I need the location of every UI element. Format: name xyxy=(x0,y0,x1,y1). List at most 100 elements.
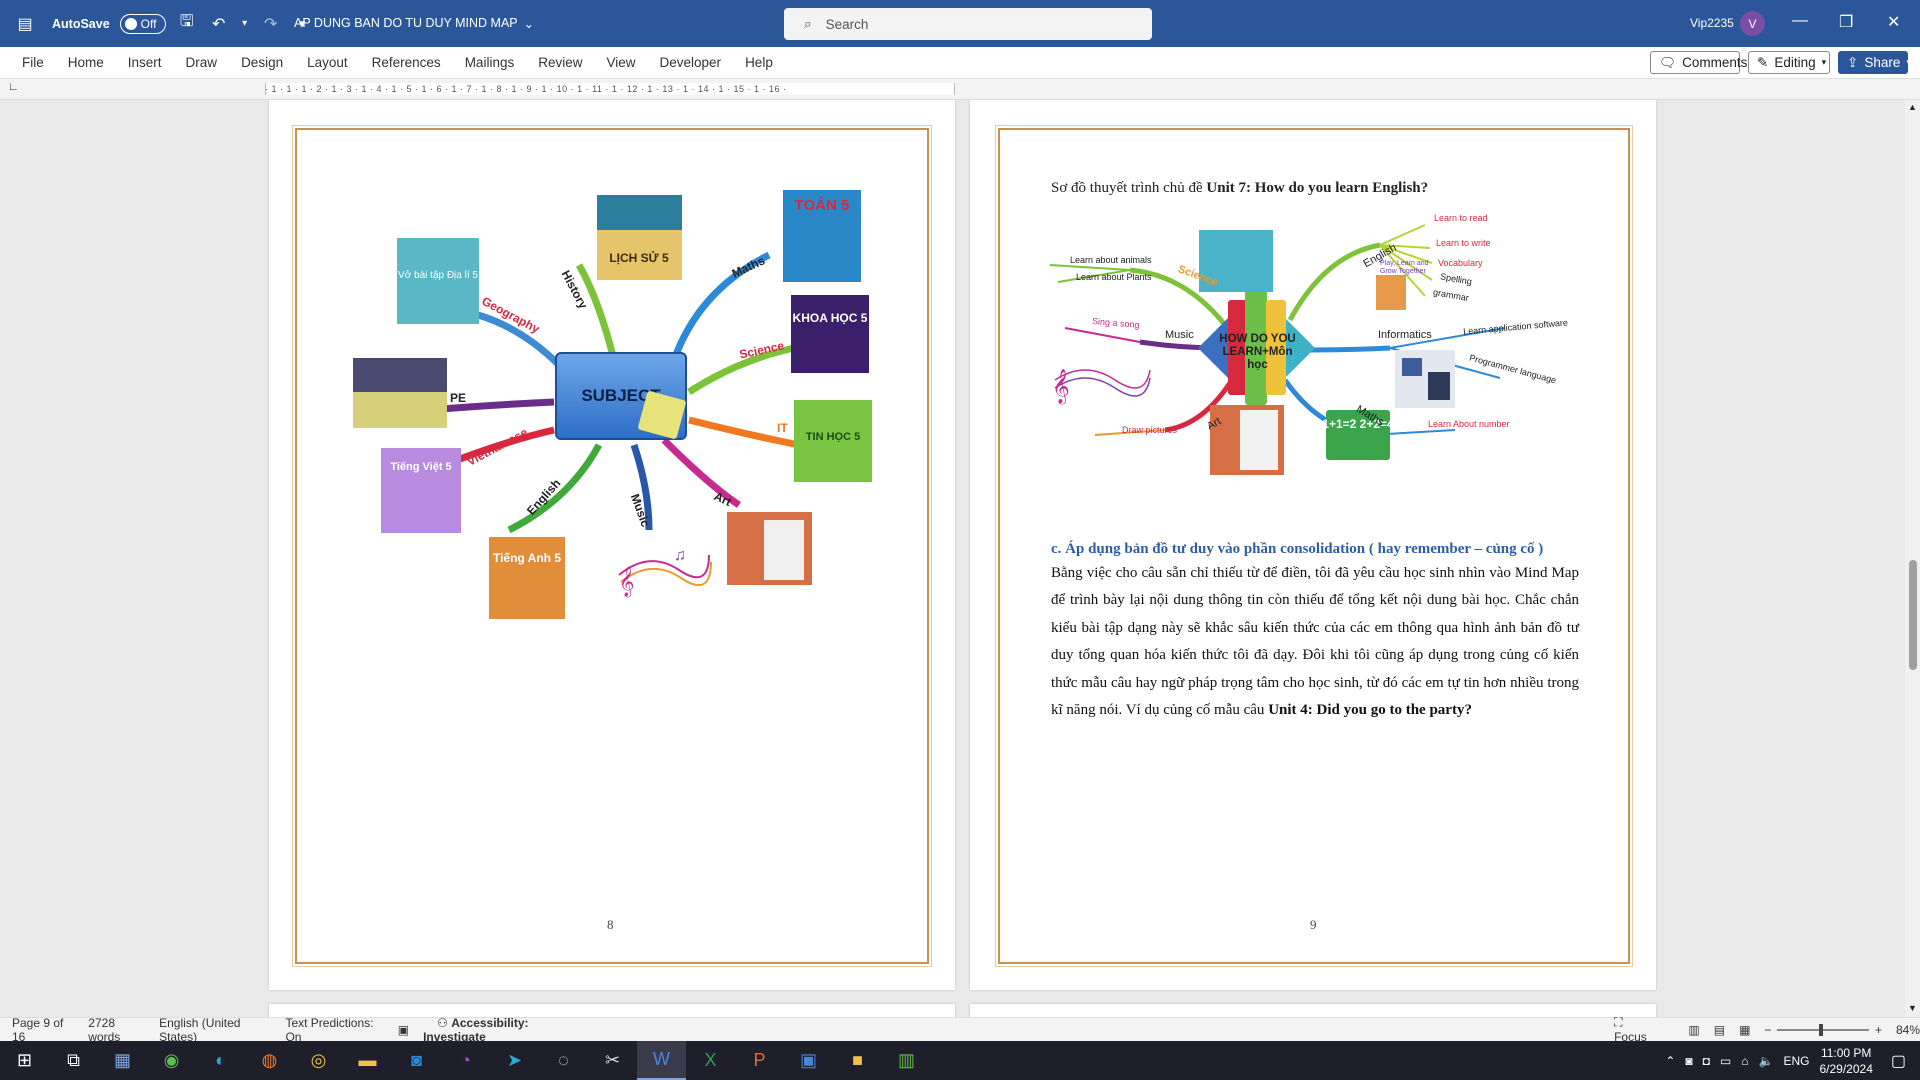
undo-dropdown-icon[interactable]: ▾ xyxy=(240,18,250,29)
snipping-tool-icon[interactable]: ✂ xyxy=(588,1041,637,1080)
scroll-down-icon[interactable]: ▼ xyxy=(1908,1003,1917,1013)
scroll-up-icon[interactable]: ▲ xyxy=(1908,102,1917,112)
horizontal-ruler[interactable]: ∟ · 1 · 1 · 1 · 2 · 1 · 3 · 1 · 4 · 1 · … xyxy=(0,79,1920,100)
zoom-level[interactable]: 84% xyxy=(1896,1023,1920,1037)
word-taskbar-icon[interactable]: W xyxy=(637,1041,686,1080)
green-notebook-icon[interactable]: ▥ xyxy=(882,1041,931,1080)
page-count[interactable]: Page 9 of 16 xyxy=(12,1016,74,1044)
input-language[interactable]: ENG xyxy=(1783,1054,1809,1068)
windows-start-icon[interactable]: ⊞ xyxy=(0,1041,49,1080)
proofing-icon[interactable]: ▣ xyxy=(398,1023,409,1037)
print-layout-icon[interactable]: ▤ xyxy=(1714,1023,1725,1037)
file-explorer-icon[interactable]: ▬ xyxy=(343,1041,392,1080)
telegram-icon[interactable]: ➤ xyxy=(490,1041,539,1080)
english-kids-image xyxy=(1376,275,1406,310)
redo-icon[interactable]: ↷ xyxy=(260,14,282,34)
save-icon[interactable]: 🖫 xyxy=(176,10,198,37)
tab-review[interactable]: Review xyxy=(526,55,594,70)
focus-button[interactable]: ⛶ Focus xyxy=(1600,1015,1666,1044)
avatar[interactable]: V xyxy=(1740,11,1765,36)
powerpoint-icon[interactable]: P xyxy=(735,1041,784,1080)
network-icon[interactable]: ⌂ xyxy=(1741,1054,1748,1068)
share-button[interactable]: ⇪ Share ▾ xyxy=(1838,51,1911,74)
firefox-icon[interactable]: ◍ xyxy=(245,1041,294,1080)
document-title[interactable]: AP DUNG BAN DO TU DUY MIND MAP ⌄ xyxy=(294,16,534,31)
notifications-icon[interactable]: ▢ xyxy=(1891,1051,1906,1071)
zalo-tray-icon[interactable]: ◙ xyxy=(1685,1054,1692,1068)
pencil-icon: ✎ xyxy=(1757,54,1769,70)
text-predictions-status[interactable]: Text Predictions: On xyxy=(285,1016,383,1044)
leaf-learn-about-plants: Learn about Plants xyxy=(1076,272,1152,282)
chrome-icon[interactable]: ◎ xyxy=(294,1041,343,1080)
branch-label-informatics: Informatics xyxy=(1378,329,1432,341)
tab-file[interactable]: File xyxy=(10,55,56,70)
science-book-image xyxy=(791,295,869,373)
status-bar: Page 9 of 16 2728 words English (United … xyxy=(0,1015,1920,1044)
close-icon[interactable]: ✕ xyxy=(1887,12,1900,32)
green-app-icon[interactable]: ◉ xyxy=(147,1041,196,1080)
volume-icon[interactable]: 🔈 xyxy=(1759,1054,1774,1068)
svg-text:𝄞: 𝄞 xyxy=(619,566,634,598)
user-name[interactable]: Vip2235 xyxy=(1690,16,1734,30)
tab-help[interactable]: Help xyxy=(733,55,785,70)
paint-icon[interactable]: ◌ xyxy=(539,1041,588,1080)
word-count[interactable]: 2728 words xyxy=(88,1016,145,1044)
page-9[interactable]: Sơ đồ thuyết trình chủ đề Unit 7: How do… xyxy=(970,100,1656,990)
search-box[interactable]: ⌕ Search xyxy=(784,8,1152,40)
read-mode-icon[interactable]: ▥ xyxy=(1688,1023,1699,1037)
tab-mailings[interactable]: Mailings xyxy=(453,55,527,70)
zoom-in-icon[interactable]: + xyxy=(1875,1023,1882,1037)
search-icon: ⌕ xyxy=(804,16,812,31)
tab-design[interactable]: Design xyxy=(229,55,295,70)
autosave-toggle[interactable]: Off xyxy=(119,13,166,34)
calculator-icon[interactable]: ▦ xyxy=(98,1041,147,1080)
zoom-slider-thumb[interactable] xyxy=(1819,1023,1824,1036)
history-book-title: LỊCH SỬ 5 xyxy=(609,250,669,265)
accessibility-status[interactable]: ⚇ Accessibility: Investigate xyxy=(423,1016,580,1044)
tab-developer[interactable]: Developer xyxy=(648,55,734,70)
tab-draw[interactable]: Draw xyxy=(174,55,230,70)
tab-home[interactable]: Home xyxy=(56,55,116,70)
tray-chevron-icon[interactable]: ⌃ xyxy=(1665,1054,1675,1068)
ribbon-tabs: File Home Insert Draw Design Layout References… xyxy=(0,47,1920,79)
edge-icon[interactable]: ◐ xyxy=(196,1041,245,1080)
subject-mind-map: LỊCH SỬ 5 TOÁN 5 Vở bài tập Địa lí 5 KHO… xyxy=(353,190,872,619)
body-text: Bằng việc cho câu sẵn chỉ thiếu từ để đi… xyxy=(1051,565,1579,719)
english-book-image xyxy=(489,537,565,619)
messenger-icon[interactable]: ◔ xyxy=(441,1041,490,1080)
leaf-learn-to-write: Learn to write xyxy=(1436,238,1491,248)
tab-references[interactable]: References xyxy=(360,55,453,70)
tab-view[interactable]: View xyxy=(594,55,647,70)
web-layout-icon[interactable]: ▦ xyxy=(1739,1023,1750,1037)
restore-icon[interactable]: ❐ xyxy=(1839,12,1853,32)
comments-button[interactable]: 🗨 Comments xyxy=(1650,51,1747,74)
task-view-icon[interactable]: ⧉ xyxy=(49,1041,98,1080)
clock[interactable]: 11:00 PM 6/29/2024 xyxy=(1819,1045,1872,1077)
ruler-scale: · 1 · 1 · 1 · 2 · 1 · 3 · 1 · 4 · 1 · 5 … xyxy=(265,84,787,94)
undo-icon[interactable]: ↶ xyxy=(208,14,230,34)
tab-insert[interactable]: Insert xyxy=(116,55,174,70)
scrollbar-thumb[interactable] xyxy=(1909,560,1917,670)
tab-selector-icon[interactable]: ∟ xyxy=(8,81,19,93)
zalo-icon[interactable]: ◙ xyxy=(392,1041,441,1080)
zoom-slider[interactable] xyxy=(1777,1023,1869,1036)
remote-desktop-icon[interactable]: ▣ xyxy=(784,1041,833,1080)
tab-layout[interactable]: Layout xyxy=(295,55,360,70)
camera-tray-icon[interactable]: ◘ xyxy=(1703,1054,1710,1068)
vertical-scrollbar[interactable]: ▲ ▼ xyxy=(1905,100,1920,1017)
page-8[interactable]: LỊCH SỬ 5 TOÁN 5 Vở bài tập Địa lí 5 KHO… xyxy=(269,100,955,990)
branch-pe xyxy=(428,398,555,414)
zoom-out-icon[interactable]: − xyxy=(1764,1023,1771,1037)
yellow-app-icon[interactable]: ■ xyxy=(833,1041,882,1080)
display-tray-icon[interactable]: ▭ xyxy=(1720,1054,1731,1068)
excel-icon[interactable]: X xyxy=(686,1041,735,1080)
language-status[interactable]: English (United States) xyxy=(159,1016,271,1044)
search-placeholder: Search xyxy=(825,16,869,32)
chevron-down-icon: ⌄ xyxy=(523,17,535,31)
minimize-icon[interactable]: — xyxy=(1792,12,1808,30)
section-heading-c: c. Áp dụng bản đồ tư duy vào phần consol… xyxy=(1051,541,1544,557)
editing-mode-button[interactable]: ✎ Editing ▾ xyxy=(1748,51,1830,74)
branch-label-it: IT xyxy=(777,421,788,435)
english-book-title: Tiếng Anh 5 xyxy=(493,551,561,565)
document-canvas[interactable]: LỊCH SỬ 5 TOÁN 5 Vở bài tập Địa lí 5 KHO… xyxy=(0,100,1920,1027)
